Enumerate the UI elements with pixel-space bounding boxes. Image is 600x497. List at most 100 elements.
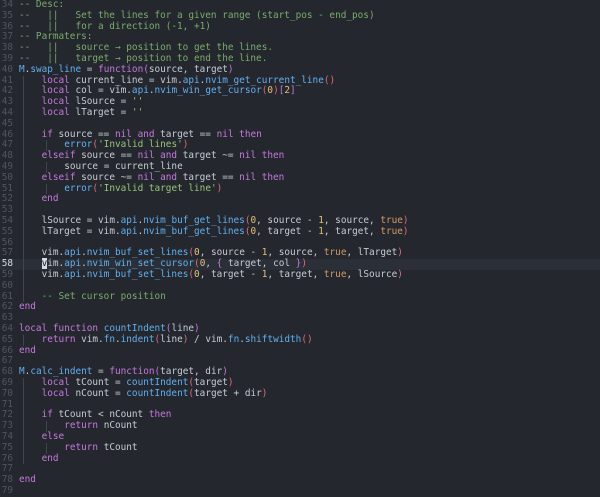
code-line[interactable]: 78 end <box>0 474 600 486</box>
code-line[interactable]: 77 <box>0 464 600 475</box>
indent-guide <box>23 97 24 108</box>
code-token: fn <box>103 333 115 345</box>
code-token: nvim_get_current_line <box>205 74 324 86</box>
code-token: end <box>19 301 36 313</box>
code-token: else <box>41 431 65 442</box>
code-token: , source, <box>323 215 381 226</box>
code-token: shiftwidth <box>244 333 302 345</box>
code-line[interactable]: 75 return tCount <box>0 441 600 454</box>
code-token: -- || target → position to end the line. <box>19 53 268 64</box>
code-token: local <box>41 74 76 86</box>
indent-guide <box>23 216 24 227</box>
code-line[interactable]: 59 vim.api.nvim_buf_set_lines(0, target -… <box>0 269 600 281</box>
code-token: if <box>41 409 59 421</box>
code-text: end <box>42 453 59 465</box>
code-line[interactable]: 44 local lTarget = '' <box>0 107 600 119</box>
code-token: nvim_win_set_cursor <box>86 258 195 270</box>
code-token: , <box>205 258 217 270</box>
code-token: tCount <box>103 441 138 453</box>
code-token: lTarget = <box>75 107 132 118</box>
line-number: 75 <box>1 441 13 453</box>
code-line[interactable]: 79 <box>0 485 600 497</box>
code-token: , lTarget <box>346 247 398 259</box>
line-number: 50 <box>1 171 13 183</box>
code-token: local <box>41 96 76 108</box>
code-token: then <box>261 171 285 183</box>
code-token: vim. <box>81 333 104 345</box>
code-token: and <box>160 150 183 162</box>
code-token: api <box>120 215 138 226</box>
indent-guide <box>23 194 24 206</box>
code-token: line <box>160 333 183 345</box>
code-token: error <box>64 139 93 151</box>
code-line[interactable]: 76 end <box>0 453 600 465</box>
code-token: local <box>41 387 76 399</box>
code-line[interactable]: 73 return nCount <box>0 420 600 432</box>
code-editor[interactable]: 34 -- Desc: 35 -- || Set the lines for a gi… <box>0 0 600 497</box>
code-token: ) <box>182 139 189 151</box>
code-token: nil <box>114 128 138 140</box>
code-line[interactable]: 55 lTarget = vim.api.nvim_buf_get_lines(0… <box>0 225 600 238</box>
code-line[interactable]: 61 -- Set cursor position <box>0 291 600 303</box>
code-token: , target - <box>199 269 262 280</box>
code-token: nvim_buf_set_lines <box>86 247 189 259</box>
line-number: 55 <box>1 225 13 237</box>
line-number: 60 <box>1 279 13 291</box>
code-token: nCount = <box>75 387 127 399</box>
indent-guide <box>23 205 24 216</box>
indent-guide <box>23 172 24 184</box>
code-token: ) <box>397 269 403 280</box>
code-token: / vim. <box>188 333 228 345</box>
code-token: end <box>41 193 59 205</box>
code-token: im. <box>47 258 65 270</box>
code-line[interactable]: 70 local nCount = countIndent(target + di… <box>0 387 600 400</box>
code-token: countIndent <box>103 323 166 334</box>
code-token: local <box>41 377 76 388</box>
code-token: nil <box>137 150 161 162</box>
code-line[interactable]: 62 end <box>0 301 600 313</box>
code-token: -- Parmaters: <box>19 31 93 43</box>
code-token: ) <box>402 225 409 237</box>
code-token: local <box>41 107 76 118</box>
code-token: nvim_buf_set_lines <box>86 269 189 280</box>
indent-guide <box>23 237 24 249</box>
code-token: ) <box>222 366 228 378</box>
code-token: countIndent <box>126 387 189 399</box>
code-token: nil <box>137 171 161 183</box>
code-token: lSource = <box>75 96 132 108</box>
code-token: -- Desc: <box>19 0 65 10</box>
code-token: elseif <box>41 150 82 162</box>
code-token: true <box>323 269 347 280</box>
code-text: end <box>19 474 36 486</box>
code-line[interactable]: 66 end <box>0 344 600 357</box>
code-token: ) <box>227 63 234 75</box>
line-number: 70 <box>1 387 13 399</box>
code-token: , source, <box>267 247 324 259</box>
indent-guide <box>23 248 24 260</box>
code-token: tCount < nCount <box>58 409 149 421</box>
code-line[interactable]: 51 error('Invalid target line') <box>0 183 600 195</box>
indent-guide <box>23 410 24 422</box>
code-token: source == <box>81 150 138 162</box>
code-token: ) <box>194 323 200 334</box>
code-token: , target - <box>256 225 319 237</box>
code-token: source == <box>58 128 115 140</box>
code-token: vim. <box>41 247 65 259</box>
code-token: ) <box>301 258 307 270</box>
code-line[interactable]: 52 end <box>0 193 600 206</box>
code-line[interactable]: 65 return vim.fn.indent(line) / vim.fn.sh… <box>0 333 600 346</box>
code-text: local lTarget = '' <box>41 107 144 119</box>
code-text: return tCount <box>64 441 138 454</box>
line-number: 35 <box>1 9 13 21</box>
code-token: calc_indent <box>30 366 93 378</box>
indent-guide <box>23 86 24 98</box>
code-token: fn <box>227 333 240 345</box>
code-token: end <box>19 344 36 356</box>
code-token: api <box>182 74 200 86</box>
line-number: 65 <box>1 333 13 345</box>
code-token: true <box>323 247 347 259</box>
indent-guide <box>23 399 24 411</box>
indent-guide <box>23 118 24 130</box>
code-token: return <box>64 420 104 432</box>
code-text: vim.api.nvim_buf_set_lines(0, target - 1… <box>42 269 403 281</box>
